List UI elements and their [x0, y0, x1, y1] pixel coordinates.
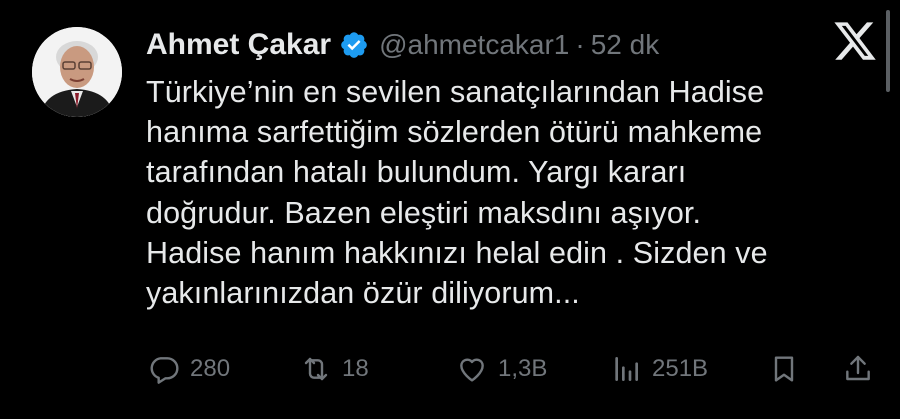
reply-icon [150, 357, 179, 384]
reply-count: 280 [190, 355, 231, 382]
bookmark-icon [774, 356, 794, 382]
heart-icon [460, 358, 484, 382]
author-name[interactable]: Ahmet Çakar [146, 28, 331, 62]
views-count: 251B [652, 355, 709, 382]
tweet-text: Türkiye’nin en sevilen sanatçılarından H… [146, 75, 768, 311]
tweet-actions: 280 18 1,3B 251B [0, 346, 900, 392]
x-logo-icon [834, 22, 876, 60]
like-count: 1,3B [498, 355, 548, 382]
author-handle[interactable]: @ahmetcakar1 [379, 29, 569, 61]
separator-dot: · [575, 29, 585, 60]
views-chart-icon [615, 357, 638, 381]
views-button[interactable]: 251B [610, 346, 708, 392]
reply-button[interactable]: 280 [148, 346, 230, 392]
like-button[interactable]: 1,3B [456, 346, 547, 392]
tweet-time[interactable]: 52 dk [591, 29, 660, 61]
tweet-header: Ahmet Çakar @ahmetcakar1 · 52 dk [146, 25, 659, 65]
retweet-icon [304, 357, 328, 381]
share-button[interactable] [842, 346, 874, 392]
share-icon [846, 355, 870, 381]
scrollbar[interactable] [886, 10, 890, 92]
bookmark-button[interactable] [768, 346, 800, 392]
verified-badge-icon [341, 32, 367, 58]
retweet-count: 18 [342, 355, 369, 382]
avatar[interactable] [32, 27, 122, 117]
retweet-button[interactable]: 18 [300, 346, 369, 392]
